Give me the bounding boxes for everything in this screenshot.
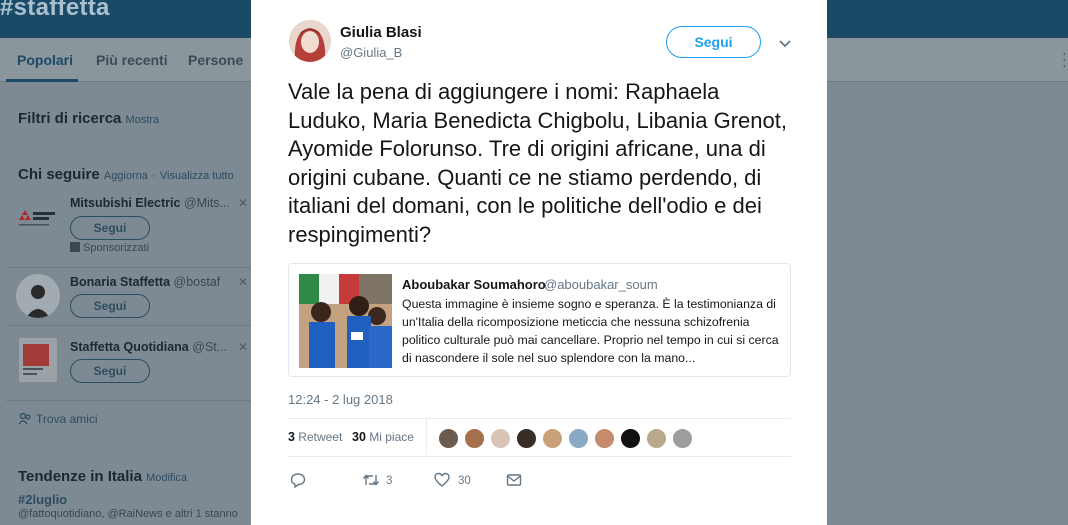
people-icon (18, 412, 32, 428)
suggestion-name[interactable]: Bonaria Staffetta @bostaf (70, 275, 220, 289)
search-hashtag: #staffetta (0, 0, 110, 21)
more-options-icon[interactable]: · · · (1062, 46, 1067, 72)
link-separator: · (152, 170, 156, 182)
divider (288, 456, 791, 457)
find-friends-text: Trova amici (36, 412, 98, 426)
dismiss-icon[interactable]: ✕ (238, 275, 248, 289)
dismiss-icon[interactable]: ✕ (238, 196, 248, 210)
follow-button[interactable]: Segui (70, 359, 150, 383)
author-avatar[interactable] (289, 20, 331, 62)
liker-avatar[interactable] (646, 428, 667, 449)
suggestion-name[interactable]: Mitsubishi Electric @Mits... (70, 196, 230, 210)
who-to-follow-title: Chi seguire Aggiorna · Visualizza tutto (18, 166, 234, 183)
quoted-author-handle[interactable]: @aboubakar_soum (544, 277, 658, 292)
liker-avatar[interactable] (620, 428, 641, 449)
author-name[interactable]: Giulia Blasi (340, 24, 422, 41)
like-count: 30 (458, 475, 471, 487)
liker-avatar[interactable] (464, 428, 485, 449)
suggestion-name[interactable]: Staffetta Quotidiana @St... (70, 340, 227, 354)
trend-meta: @fattoquotidiano, @RaiNews e altri 1 sta… (18, 508, 238, 520)
filters-title-text: Filtri di ricerca (18, 110, 122, 127)
sponsored-text: Sponsorizzati (83, 242, 150, 254)
search-filters-card: Filtri di ricerca Mostra (6, 96, 252, 140)
suggestion-handle: @bostaf (173, 275, 221, 289)
tab-people[interactable]: Persone (188, 52, 243, 68)
change-trends-link[interactable]: Modifica (146, 472, 187, 484)
tweet-timestamp[interactable]: 12:24 - 2 lug 2018 (288, 392, 393, 407)
likes-label: Mi piace (369, 430, 414, 444)
liker-avatar[interactable] (490, 428, 511, 449)
filters-show-link[interactable]: Mostra (126, 114, 160, 126)
liker-avatar[interactable] (568, 428, 589, 449)
filters-title: Filtri di ricerca Mostra (18, 110, 159, 127)
tab-popular[interactable]: Popolari (17, 52, 73, 68)
who-to-follow-title-text: Chi seguire (18, 166, 100, 183)
divider (6, 325, 252, 326)
suggestion-name-text: Mitsubishi Electric (70, 196, 181, 210)
trends-card: Tendenze in Italia Modifica #2luglio @fa… (6, 452, 252, 525)
liker-avatar[interactable] (542, 428, 563, 449)
chevron-down-icon[interactable] (778, 36, 792, 48)
dismiss-icon[interactable]: ✕ (238, 340, 248, 354)
envelope-icon (506, 474, 522, 486)
suggestion-handle: @St... (192, 340, 228, 354)
follow-button[interactable]: Segui (666, 26, 761, 58)
liker-avatar[interactable] (594, 428, 615, 449)
sponsored-label: Sponsorizzati (70, 242, 149, 254)
trend-tag[interactable]: #2luglio (18, 492, 67, 507)
divider (6, 400, 252, 401)
mitsubishi-logo (16, 200, 60, 244)
retweets-stat[interactable]: 3 Retweet (288, 430, 342, 444)
quoted-tweet-image[interactable] (299, 274, 392, 368)
suggestion-name-text: Staffetta Quotidiana (70, 340, 189, 354)
follow-button[interactable]: Segui (70, 294, 150, 318)
divider (6, 267, 252, 268)
heart-icon (434, 472, 450, 487)
quoted-tweet-text: Questa immagine è insieme sogno e speran… (402, 297, 779, 365)
retweets-label: Retweet (298, 430, 343, 444)
tab-recent[interactable]: Più recenti (96, 52, 168, 68)
likes-stat[interactable]: 30 Mi piace (352, 430, 414, 444)
view-all-link[interactable]: Visualizza tutto (160, 170, 234, 182)
tweet-text: Vale la pena di aggiungere i nomi: Rapha… (288, 79, 787, 247)
refresh-link[interactable]: Aggiorna (104, 170, 148, 182)
promoted-icon (70, 242, 80, 252)
liker-avatar[interactable] (672, 428, 693, 449)
liker-avatar[interactable] (438, 428, 459, 449)
avatar[interactable] (19, 338, 57, 382)
who-to-follow-card: Chi seguire Aggiorna · Visualizza tutto … (6, 150, 252, 440)
suggestion-name-text: Bonaria Staffetta (70, 275, 171, 289)
tab-active-indicator (6, 79, 78, 82)
liker-avatar[interactable] (516, 428, 537, 449)
likes-count: 30 (352, 430, 366, 444)
trends-title-text: Tendenze in Italia (18, 468, 142, 485)
author-handle[interactable]: @Giulia_B (340, 45, 402, 60)
trends-title: Tendenze in Italia Modifica (18, 468, 187, 485)
reply-icon (290, 473, 306, 488)
follow-button[interactable]: Segui (70, 216, 150, 240)
retweet-icon (362, 474, 380, 486)
quoted-tweet[interactable]: Aboubakar Soumahoro @aboubakar_soum Ques… (288, 263, 791, 377)
quoted-author-name[interactable]: Aboubakar Soumahoro (402, 277, 546, 292)
stats-separator (426, 419, 427, 455)
suggestion-handle: @Mits... (183, 196, 230, 210)
tweet-permalink-modal: Giulia Blasi @Giulia_B Segui Vale la pen… (251, 0, 827, 525)
retweet-count: 3 (386, 475, 393, 487)
find-friends-link[interactable]: Trova amici (18, 412, 98, 428)
retweets-count: 3 (288, 430, 295, 444)
avatar[interactable] (16, 274, 60, 318)
divider (288, 418, 791, 419)
